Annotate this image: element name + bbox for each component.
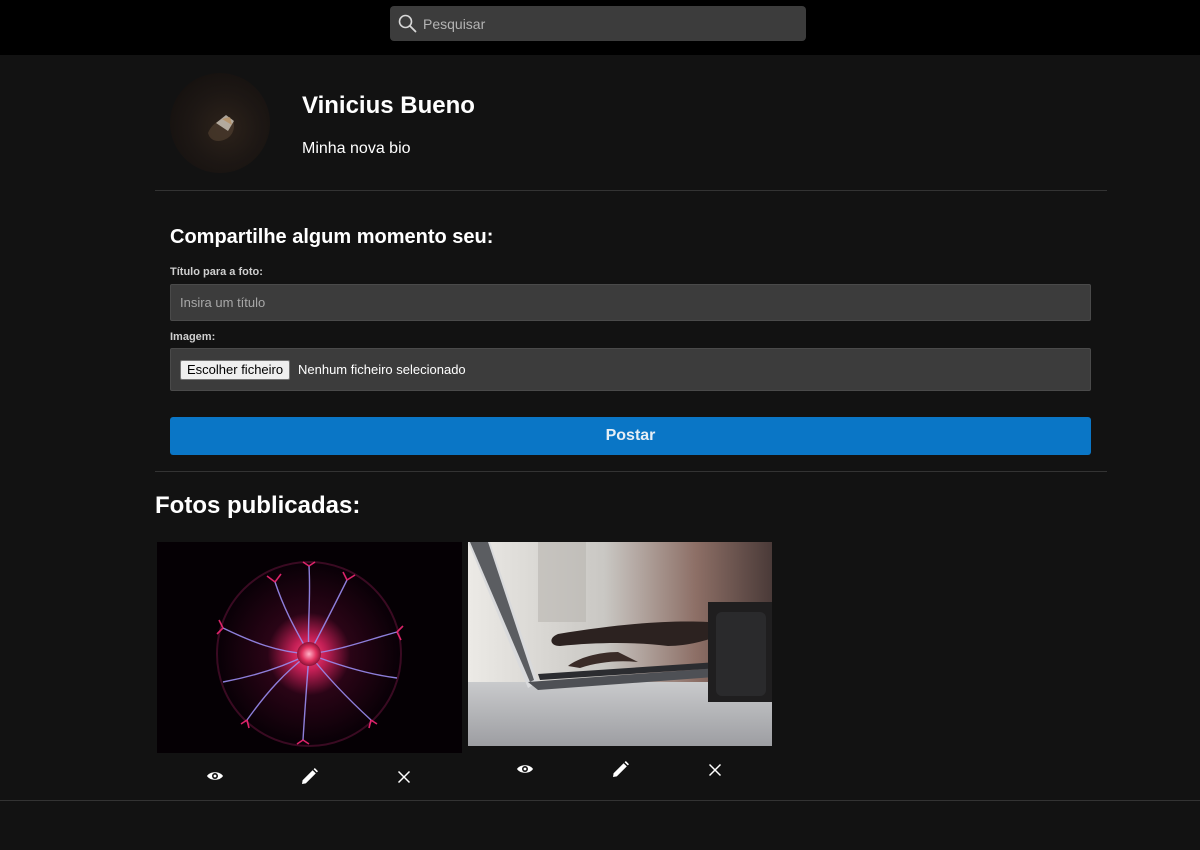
top-bar: [0, 0, 1200, 55]
file-status-text: Nenhum ficheiro selecionado: [298, 362, 466, 377]
image-label: Imagem:: [170, 331, 216, 343]
photos-heading: Fotos publicadas:: [155, 492, 361, 519]
close-icon[interactable]: [703, 758, 727, 782]
pencil-icon[interactable]: [608, 758, 632, 782]
pencil-icon[interactable]: [297, 765, 321, 789]
profile-bio: Minha nova bio: [302, 140, 411, 157]
profile-divider: [155, 190, 1107, 191]
photo-title-input[interactable]: [170, 284, 1091, 321]
form-divider: [155, 471, 1107, 472]
laptop-typing-photo[interactable]: [468, 542, 772, 746]
avatar: [170, 73, 270, 173]
search-input[interactable]: [423, 6, 793, 41]
title-label: Título para a foto:: [170, 266, 263, 278]
profile-name: Vinicius Bueno: [302, 92, 475, 119]
share-form-heading: Compartilhe algum momento seu:: [170, 226, 494, 248]
choose-file-button[interactable]: Escolher ficheiro: [180, 360, 291, 380]
image-file-field[interactable]: Escolher ficheiro Nenhum ficheiro seleci…: [170, 348, 1091, 391]
eye-icon[interactable]: [203, 764, 227, 788]
eye-icon[interactable]: [513, 757, 537, 781]
search-icon: [398, 14, 417, 33]
close-icon[interactable]: [392, 765, 416, 789]
post-button[interactable]: Postar: [170, 417, 1091, 455]
search-bar[interactable]: [390, 6, 806, 41]
footer-divider: [0, 800, 1200, 801]
plasma-ball-photo[interactable]: [157, 542, 462, 753]
